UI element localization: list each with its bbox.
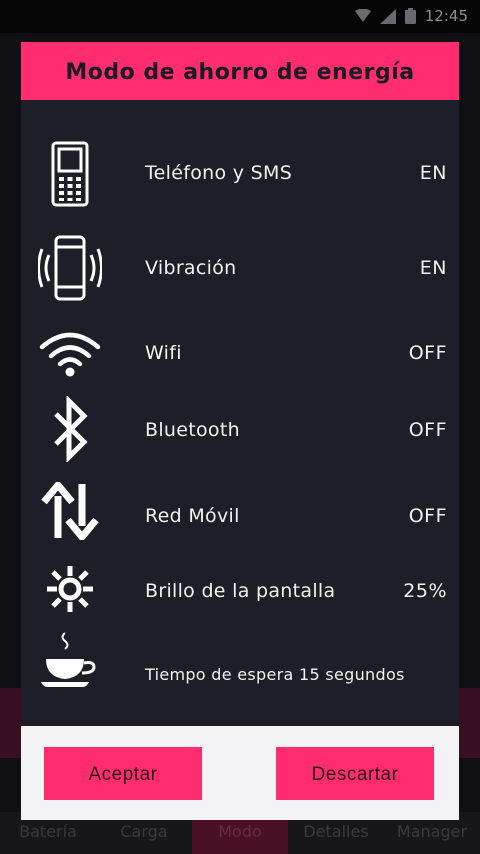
setting-value: 25% xyxy=(403,580,447,602)
brightness-icon xyxy=(35,564,105,614)
mobile-data-icon xyxy=(35,480,105,542)
setting-label: Brillo de la pantalla xyxy=(145,580,336,602)
setting-value: OFF xyxy=(408,505,447,527)
phone-keypad-icon xyxy=(35,140,105,208)
setting-label: Tiempo de espera 15 segundos xyxy=(145,665,405,684)
setting-row-mobile-network[interactable]: Red Móvil OFF xyxy=(21,480,459,542)
setting-row-vibration[interactable]: Vibración EN xyxy=(21,234,459,302)
power-saving-dialog: Modo de ahorro de energía Teléfono y SMS… xyxy=(21,42,459,820)
setting-label: Red Móvil xyxy=(145,505,240,527)
status-bar: 12:45 xyxy=(0,0,480,33)
status-time: 12:45 xyxy=(424,7,468,25)
dialog-footer: Aceptar Descartar xyxy=(21,726,459,820)
status-icons: 12:45 xyxy=(354,7,468,25)
setting-label: Vibración xyxy=(145,257,237,279)
bluetooth-icon xyxy=(35,394,105,464)
signal-icon xyxy=(379,8,396,24)
setting-value: EN xyxy=(419,162,447,184)
vibration-icon xyxy=(35,234,105,302)
setting-label: Wifi xyxy=(145,342,182,364)
setting-row-wifi[interactable]: Wifi OFF xyxy=(21,328,459,380)
setting-value: OFF xyxy=(408,419,447,441)
coffee-cup-icon xyxy=(35,630,105,690)
setting-value: EN xyxy=(419,257,447,279)
setting-label: Bluetooth xyxy=(145,419,240,441)
setting-value: OFF xyxy=(408,342,447,364)
dialog-title: Modo de ahorro de energía xyxy=(21,42,459,100)
discard-button[interactable]: Descartar xyxy=(276,747,434,800)
battery-icon xyxy=(404,8,416,24)
setting-label: Teléfono y SMS xyxy=(145,162,293,184)
setting-row-screen-timeout[interactable]: Tiempo de espera 15 segundos xyxy=(21,630,459,690)
wifi-status-icon xyxy=(354,9,371,23)
accept-button[interactable]: Aceptar xyxy=(44,747,202,800)
setting-row-brightness[interactable]: Brillo de la pantalla 25% xyxy=(21,564,459,614)
setting-row-phone-sms[interactable]: Teléfono y SMS EN xyxy=(21,140,459,208)
setting-row-bluetooth[interactable]: Bluetooth OFF xyxy=(21,394,459,464)
wifi-icon xyxy=(35,328,105,380)
